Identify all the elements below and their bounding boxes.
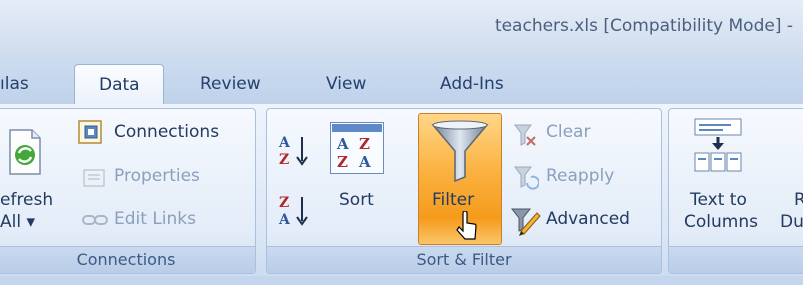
svg-text:A: A: [278, 135, 291, 151]
text-to-columns-label-2[interactable]: Columns: [684, 212, 758, 232]
sort-a-to-z-icon[interactable]: A Z: [276, 130, 312, 170]
data-tools-group-label: [669, 246, 803, 273]
tab-view[interactable]: View: [326, 74, 366, 94]
clear-button[interactable]: Clear: [546, 122, 590, 142]
properties-button[interactable]: Properties: [114, 166, 200, 186]
remove-duplicates-label-1[interactable]: R: [794, 190, 803, 210]
connections-button[interactable]: Connections: [114, 122, 219, 142]
mouse-cursor-icon: [454, 210, 480, 244]
refresh-all-label-2[interactable]: All ▾: [0, 212, 35, 232]
remove-duplicates-label-2[interactable]: Du: [780, 212, 803, 232]
advanced-button[interactable]: Advanced: [546, 209, 630, 229]
refresh-all-label-1[interactable]: efresh: [0, 190, 53, 210]
tab-review[interactable]: Review: [200, 74, 261, 94]
connections-icon: [76, 118, 106, 146]
reapply-icon: [510, 162, 540, 192]
connections-group-label: Connections: [0, 246, 255, 273]
svg-text:A: A: [278, 212, 291, 228]
svg-text:A: A: [336, 135, 349, 153]
tab-formulas[interactable]: ılas: [0, 74, 29, 94]
refresh-all-icon[interactable]: [6, 128, 44, 176]
svg-text:Z: Z: [337, 153, 348, 171]
sort-filter-group-label: Sort & Filter: [267, 246, 661, 273]
sort-z-to-a-icon[interactable]: Z A: [276, 190, 312, 230]
svg-text:Z: Z: [279, 152, 289, 168]
advanced-filter-icon: [508, 204, 542, 238]
svg-text:A: A: [358, 153, 371, 171]
tab-data[interactable]: Data: [74, 64, 164, 106]
properties-icon: [80, 165, 110, 191]
edit-links-icon: [80, 208, 110, 232]
filter-label: Filter: [432, 190, 475, 210]
tab-add-ins[interactable]: Add-Ins: [440, 74, 504, 94]
sort-button[interactable]: Sort: [339, 190, 374, 210]
window-title: teachers.xls [Compatibility Mode] -: [494, 16, 793, 36]
svg-text:Z: Z: [279, 195, 289, 211]
reapply-button[interactable]: Reapply: [546, 166, 614, 186]
funnel-icon: [428, 118, 492, 184]
text-to-columns-icon[interactable]: [690, 116, 754, 178]
edit-links-button[interactable]: Edit Links: [114, 209, 196, 229]
clear-filter-icon: [510, 120, 540, 148]
sort-dialog-icon[interactable]: A Z Z A: [330, 122, 384, 174]
ribbon-bottom-edge: [0, 276, 803, 285]
tab-data-label: Data: [99, 75, 140, 95]
text-to-columns-label-1[interactable]: Text to: [690, 190, 747, 210]
svg-text:Z: Z: [359, 135, 370, 153]
